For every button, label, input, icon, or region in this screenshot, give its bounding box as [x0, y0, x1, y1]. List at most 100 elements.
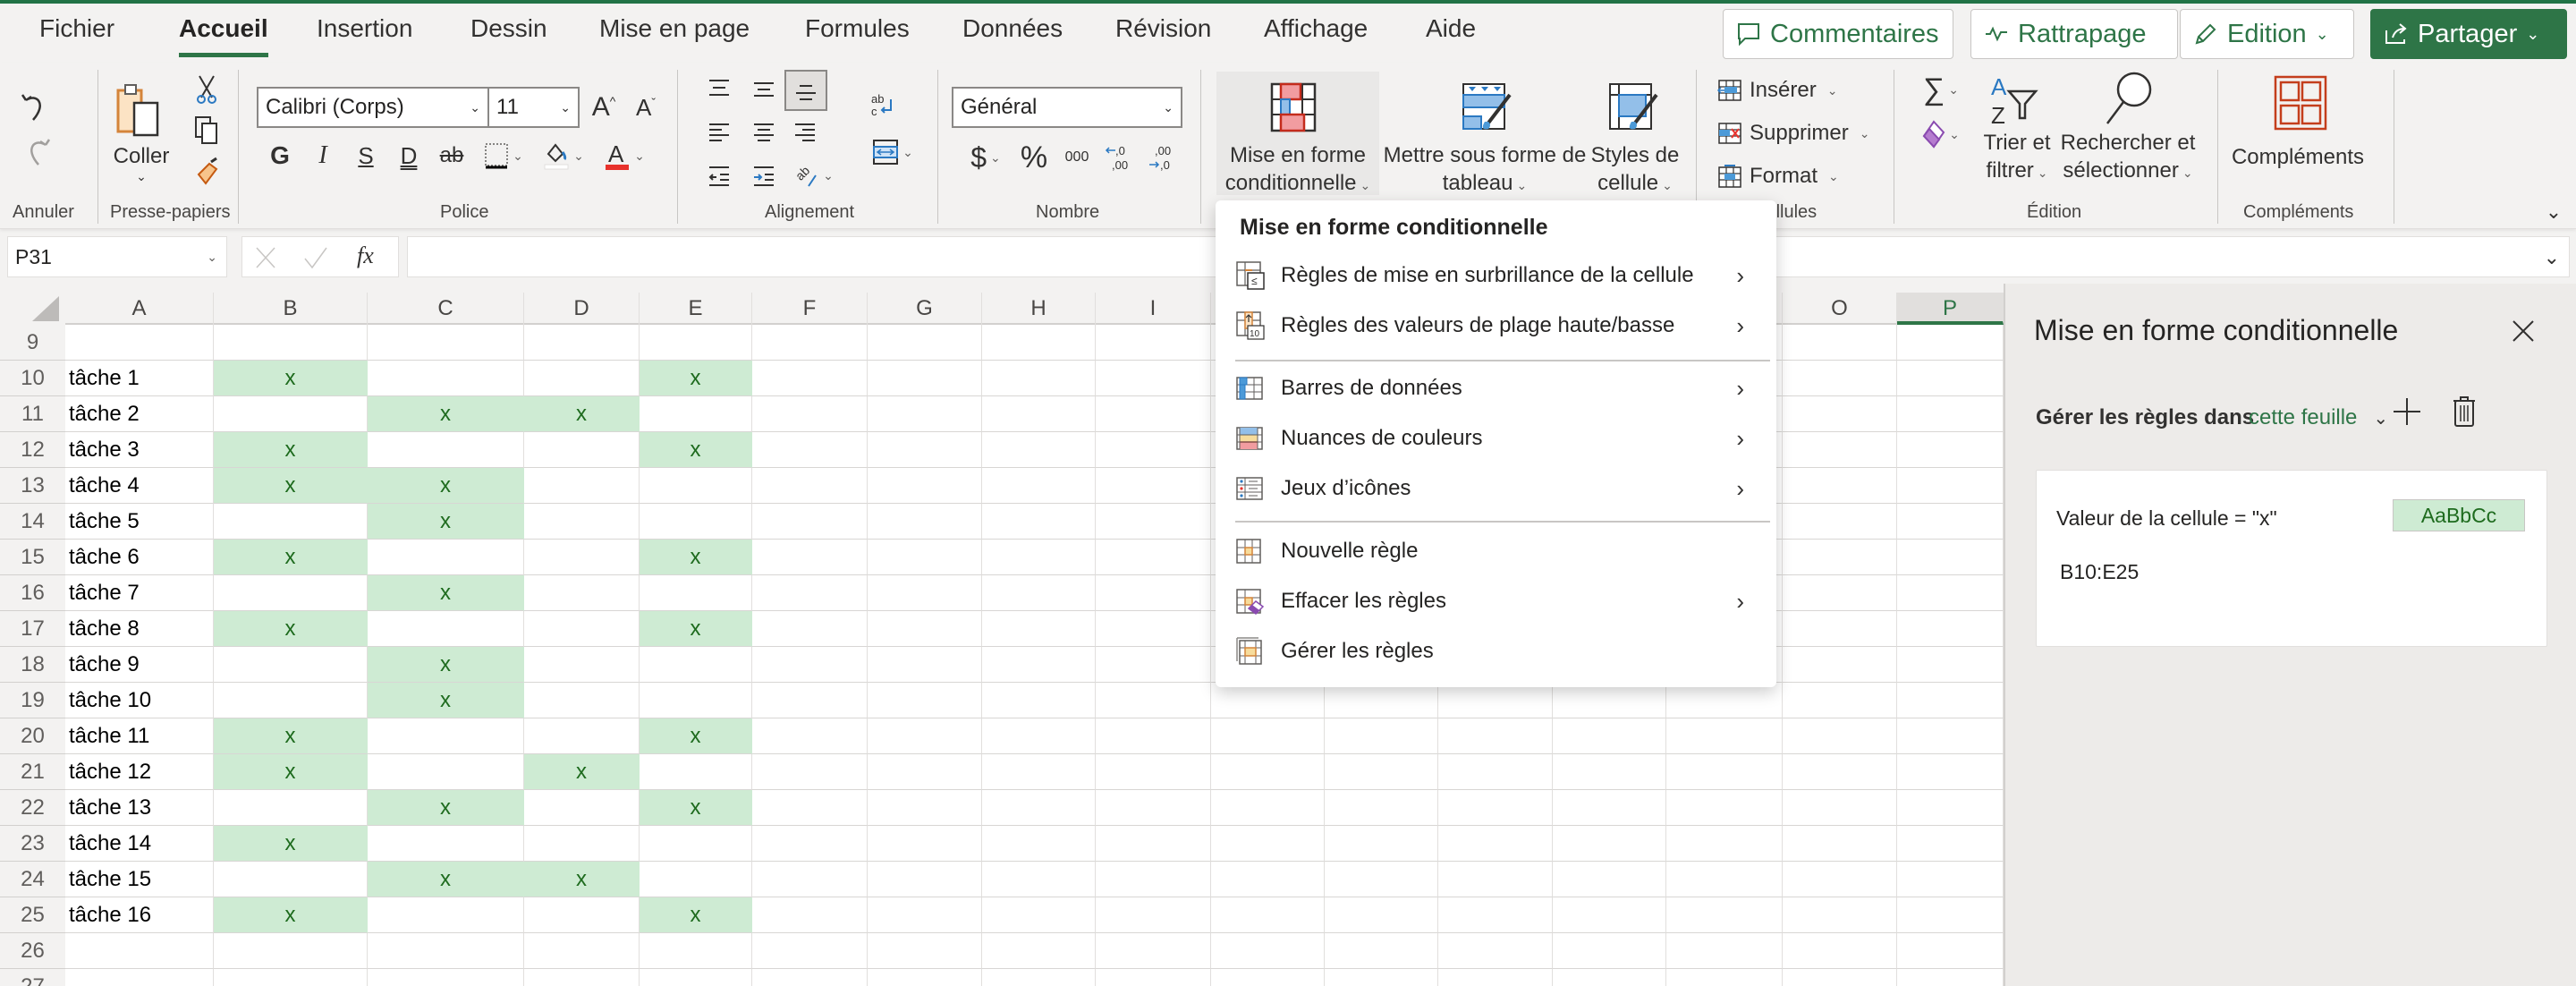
empty-cell[interactable] [752, 325, 868, 361]
conditional-formatting-button[interactable]: Mise en forme conditionnelle ⌄ [1216, 72, 1379, 195]
empty-cell[interactable] [1897, 826, 2004, 862]
empty-cell[interactable] [1553, 933, 1666, 969]
empty-cell[interactable] [1096, 396, 1211, 432]
mark-cell[interactable] [640, 754, 752, 790]
row-header[interactable]: 26 [0, 933, 65, 969]
close-icon[interactable] [2510, 318, 2537, 344]
empty-cell[interactable] [1096, 468, 1211, 504]
task-cell[interactable] [65, 325, 214, 361]
empty-cell[interactable] [1438, 933, 1553, 969]
tab-accueil[interactable]: Accueil [179, 14, 268, 57]
empty-cell[interactable] [982, 897, 1096, 933]
mark-cell[interactable]: x [214, 754, 368, 790]
mark-cell[interactable] [524, 933, 640, 969]
mark-cell[interactable] [524, 468, 640, 504]
mark-cell[interactable] [214, 969, 368, 986]
find-select-button[interactable]: Rechercher et sélectionner ⌄ [2059, 70, 2197, 195]
empty-cell[interactable] [982, 361, 1096, 396]
mark-cell[interactable]: x [368, 396, 524, 432]
empty-cell[interactable] [868, 325, 982, 361]
empty-cell[interactable] [1325, 897, 1438, 933]
task-cell[interactable]: tâche 4 [65, 468, 214, 504]
empty-cell[interactable] [1438, 826, 1553, 862]
empty-cell[interactable] [1096, 790, 1211, 826]
format-painter-button[interactable] [191, 154, 222, 190]
empty-cell[interactable] [1096, 575, 1211, 611]
empty-cell[interactable] [1783, 969, 1897, 986]
increase-font-button[interactable]: A^ [586, 89, 622, 125]
empty-cell[interactable] [752, 396, 868, 432]
menu-item-data-bars[interactable]: Barres de données › [1216, 363, 1776, 413]
empty-cell[interactable] [752, 361, 868, 396]
mark-cell[interactable] [524, 432, 640, 468]
task-cell[interactable]: tâche 12 [65, 754, 214, 790]
mark-cell[interactable]: x [368, 575, 524, 611]
empty-cell[interactable] [1438, 754, 1553, 790]
empty-cell[interactable] [982, 790, 1096, 826]
column-header-i[interactable]: I [1096, 293, 1211, 325]
mark-cell[interactable]: x [368, 647, 524, 683]
empty-cell[interactable] [1553, 862, 1666, 897]
empty-cell[interactable] [982, 754, 1096, 790]
row-header[interactable]: 9 [0, 325, 65, 361]
mark-cell[interactable]: x [524, 862, 640, 897]
empty-cell[interactable] [1897, 754, 2004, 790]
mark-cell[interactable] [524, 683, 640, 718]
mark-cell[interactable] [368, 969, 524, 986]
column-header-d[interactable]: D [524, 293, 640, 325]
empty-cell[interactable] [868, 540, 982, 575]
empty-cell[interactable] [1325, 790, 1438, 826]
empty-cell[interactable] [1897, 862, 2004, 897]
empty-cell[interactable] [1783, 325, 1897, 361]
empty-cell[interactable] [752, 754, 868, 790]
font-color-button[interactable]: A ⌄ [597, 138, 651, 174]
rule-card[interactable]: Valeur de la cellule = "x" AaBbCc B10:E2… [2036, 470, 2547, 647]
empty-cell[interactable] [1438, 790, 1553, 826]
empty-cell[interactable] [1783, 611, 1897, 647]
mark-cell[interactable] [368, 933, 524, 969]
empty-cell[interactable] [868, 575, 982, 611]
empty-cell[interactable] [982, 504, 1096, 540]
empty-cell[interactable] [868, 826, 982, 862]
mark-cell[interactable] [640, 647, 752, 683]
row-header[interactable]: 15 [0, 540, 65, 575]
empty-cell[interactable] [1096, 504, 1211, 540]
fill-color-button[interactable]: ⌄ [537, 138, 590, 174]
column-header-b[interactable]: B [214, 293, 368, 325]
empty-cell[interactable] [1096, 647, 1211, 683]
format-cells-button[interactable]: Format ⌄ [1717, 159, 1860, 193]
delete-cells-button[interactable]: Supprimer ⌄ [1717, 116, 1878, 150]
empty-cell[interactable] [1783, 540, 1897, 575]
empty-cell[interactable] [1666, 969, 1783, 986]
mark-cell[interactable]: x [640, 540, 752, 575]
tab-dessin[interactable]: Dessin [470, 14, 547, 43]
empty-cell[interactable] [1325, 933, 1438, 969]
underline-button[interactable]: S [350, 138, 382, 174]
editing-mode-button[interactable]: Edition ⌄ [2180, 9, 2354, 59]
undo-button[interactable] [18, 89, 54, 125]
empty-cell[interactable] [1666, 754, 1783, 790]
empty-cell[interactable] [868, 933, 982, 969]
empty-cell[interactable] [1897, 647, 2004, 683]
currency-format-button[interactable]: $ ⌄ [961, 138, 1011, 177]
empty-cell[interactable] [1897, 540, 2004, 575]
empty-cell[interactable] [1553, 826, 1666, 862]
empty-cell[interactable] [1783, 718, 1897, 754]
empty-cell[interactable] [868, 468, 982, 504]
row-header[interactable]: 20 [0, 718, 65, 754]
empty-cell[interactable] [1096, 432, 1211, 468]
row-header[interactable]: 27 [0, 969, 65, 986]
task-cell[interactable] [65, 933, 214, 969]
row-header[interactable]: 18 [0, 647, 65, 683]
empty-cell[interactable] [1783, 432, 1897, 468]
empty-cell[interactable] [1325, 862, 1438, 897]
row-header[interactable]: 17 [0, 611, 65, 647]
format-as-table-button[interactable]: Mettre sous forme de tableau ⌄ [1381, 72, 1589, 195]
align-middle-button[interactable] [746, 72, 782, 107]
number-format-combo[interactable]: Général ⌄ [952, 87, 1182, 128]
sort-filter-button[interactable]: AZ Trier et filtrer ⌄ [1975, 70, 2059, 195]
row-header[interactable]: 11 [0, 396, 65, 432]
task-cell[interactable]: tâche 11 [65, 718, 214, 754]
increase-decimal-button[interactable]: ,0,00 [1100, 138, 1136, 177]
task-cell[interactable]: tâche 16 [65, 897, 214, 933]
